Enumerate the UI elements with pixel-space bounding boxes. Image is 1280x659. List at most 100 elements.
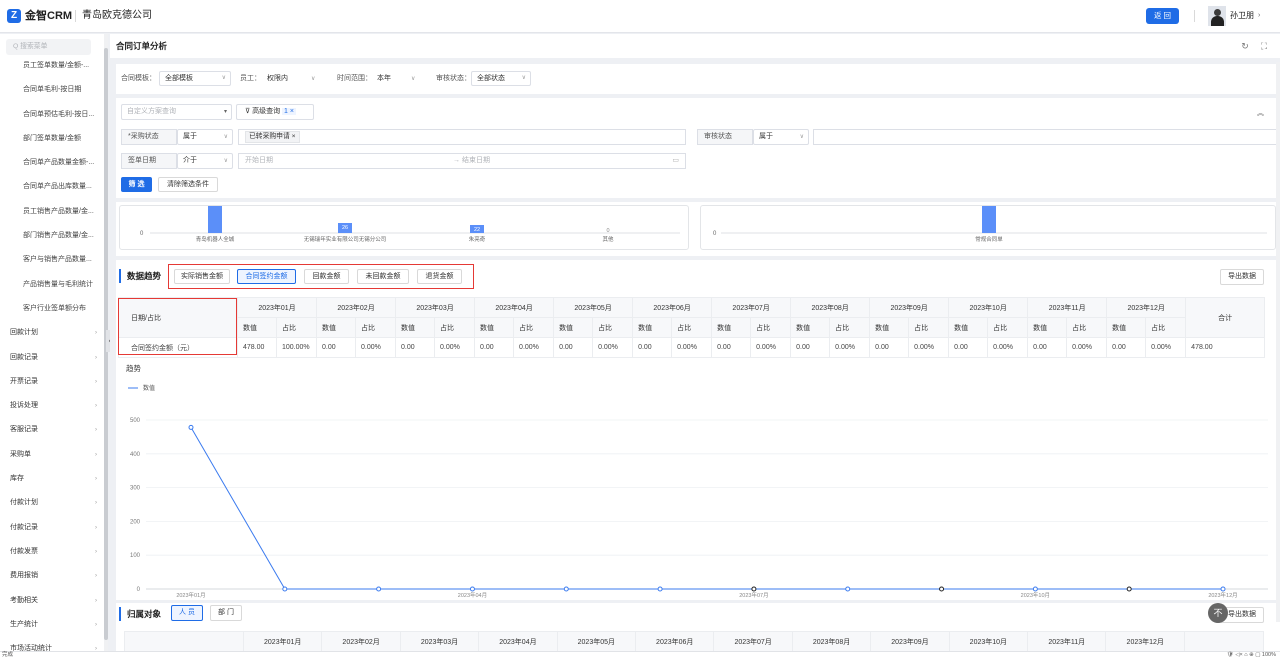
- sidebar-subitem[interactable]: 合同单毛利-按日期: [0, 78, 104, 102]
- sidebar-subitem[interactable]: 员工签单数量/金额-...: [0, 54, 104, 78]
- data-point[interactable]: [845, 586, 851, 592]
- data-point[interactable]: [657, 586, 663, 592]
- total-header: 合计: [1185, 297, 1266, 338]
- data-point[interactable]: [1032, 586, 1038, 592]
- data-point[interactable]: [188, 424, 194, 430]
- audit-status-value[interactable]: [813, 129, 1279, 145]
- chevron-down-icon[interactable]: ∨: [411, 72, 415, 86]
- sidebar-subitem[interactable]: 产品销售量与毛利统计: [0, 273, 104, 297]
- month-header: 2023年06月: [635, 631, 715, 651]
- data-point[interactable]: [282, 586, 288, 592]
- tab-actual-sales[interactable]: 实际销售金额: [174, 269, 230, 284]
- sidebar-subitem[interactable]: 员工销售产品数量/金...: [0, 200, 104, 224]
- value-cell[interactable]: 0.00: [474, 337, 515, 358]
- data-point[interactable]: [376, 586, 382, 592]
- purchase-op-select[interactable]: 属于 ∨: [177, 129, 233, 145]
- filter-button[interactable]: 筛 选: [121, 177, 152, 192]
- sidebar-item[interactable]: 开票记录 ›: [0, 370, 104, 394]
- value-cell[interactable]: 0.00: [632, 337, 673, 358]
- back-button[interactable]: 返 回: [1146, 8, 1179, 24]
- sidebar-item-label: 回款计划: [10, 329, 38, 337]
- data-point[interactable]: [563, 586, 569, 592]
- sidebar-subitem[interactable]: 部门签单数量/金额: [0, 127, 104, 151]
- tab-department[interactable]: 部 门: [210, 605, 242, 621]
- data-point[interactable]: [939, 586, 945, 592]
- ratio-subheader: 占比: [592, 317, 634, 338]
- sidebar-item[interactable]: 付款记录 ›: [0, 516, 104, 540]
- time-value[interactable]: 本年: [377, 72, 391, 86]
- value-cell[interactable]: 0.00: [316, 337, 357, 358]
- value-cell[interactable]: 0.00: [553, 337, 594, 358]
- sidebar-item[interactable]: 付款计划 ›: [0, 491, 104, 515]
- sidebar-item[interactable]: 回款记录 ›: [0, 346, 104, 370]
- avatar-head: [1214, 9, 1221, 16]
- tab-person[interactable]: 人 员: [171, 605, 203, 621]
- value-cell[interactable]: 0.00: [711, 337, 752, 358]
- data-point[interactable]: [751, 586, 757, 592]
- value-cell[interactable]: 0.00: [790, 337, 831, 358]
- audit-select[interactable]: 全部状态 ∨: [471, 71, 531, 86]
- sidebar-item[interactable]: 生产统计 ›: [0, 613, 104, 637]
- advanced-query-button[interactable]: ⊽ 高级查询 1 ×: [236, 104, 314, 120]
- y-tick-label: 300: [130, 486, 141, 492]
- sidebar-item[interactable]: 回款计划 ›: [0, 321, 104, 345]
- sidebar-item[interactable]: 库存 ›: [0, 467, 104, 491]
- tab-return-amount[interactable]: 退货金额: [417, 269, 462, 284]
- month-header: 2023年07月: [713, 631, 793, 651]
- chevron-down-icon[interactable]: ∨: [311, 72, 315, 86]
- sidebar-item[interactable]: 考勤相关 ›: [0, 589, 104, 613]
- tab-payment-amount[interactable]: 回款金额: [304, 269, 349, 284]
- staff-value[interactable]: 权限内: [267, 72, 288, 86]
- fullscreen-icon[interactable]: ⛶: [1258, 40, 1270, 52]
- user-menu-chevron-icon[interactable]: ›: [1258, 10, 1260, 22]
- floating-action-icon[interactable]: 不: [1208, 603, 1228, 623]
- main-content: 合同订单分析 ↻ ⛶ 合同模板： 全部模板 ∨ 员工： 权限内 ∨ 时间范围： 本…: [110, 34, 1280, 651]
- user-name[interactable]: 孙卫朋: [1230, 10, 1254, 22]
- sidebar-item[interactable]: 付款发票 ›: [0, 540, 104, 564]
- advanced-count-badge[interactable]: 1 ×: [282, 108, 296, 115]
- divider: [75, 10, 76, 22]
- purchase-status-tag[interactable]: 已转采购申请 ×: [245, 131, 300, 143]
- sidebar-item[interactable]: 采购单 ›: [0, 443, 104, 467]
- y-tick-label: 500: [130, 418, 141, 424]
- template-bar-chart: 0 常规合同单: [713, 206, 1267, 243]
- tab-unpaid-amount[interactable]: 未回款金额: [357, 269, 409, 284]
- value-cell[interactable]: 0.00: [948, 337, 989, 358]
- clear-filter-button[interactable]: 清除筛选条件: [158, 177, 218, 192]
- value-cell[interactable]: 478.00: [237, 337, 277, 358]
- sidebar-subitem[interactable]: 部门销售产品数量/金...: [0, 224, 104, 248]
- value-cell[interactable]: 0.00: [395, 337, 436, 358]
- data-point[interactable]: [1126, 586, 1132, 592]
- data-point[interactable]: [1220, 586, 1226, 592]
- sidebar-item[interactable]: 市场活动统计 ›: [0, 637, 104, 651]
- menu-search-input[interactable]: Q 搜索菜单: [6, 39, 91, 55]
- collapse-up-icon[interactable]: ︽: [1257, 107, 1264, 121]
- audit-op-select[interactable]: 属于 ∨: [753, 129, 809, 145]
- purchase-status-value[interactable]: 已转采购申请 ×: [238, 129, 686, 145]
- value-cell[interactable]: 0.00: [1106, 337, 1147, 358]
- sidebar-item[interactable]: 投诉处理 ›: [0, 394, 104, 418]
- main-scrollbar[interactable]: [1276, 62, 1280, 622]
- sidebar-item[interactable]: 客服记录 ›: [0, 418, 104, 442]
- refresh-icon[interactable]: ↻: [1239, 40, 1251, 52]
- value-cell[interactable]: 0.00: [1027, 337, 1068, 358]
- sidebar-subitem[interactable]: 合同单产品数量金额-...: [0, 151, 104, 175]
- export-trend-button[interactable]: 导出数据: [1220, 269, 1264, 285]
- ratio-cell: 0.00%: [1145, 337, 1187, 358]
- sidebar-subitem[interactable]: 合同单产品出库数量...: [0, 175, 104, 199]
- date-range-input[interactable]: 开始日期 → 结束日期 ▭: [238, 153, 686, 169]
- sidebar-subitem[interactable]: 客户行业签单额分布: [0, 297, 104, 321]
- sidebar-subitem[interactable]: 客户与销售产品数量...: [0, 248, 104, 272]
- avatar[interactable]: [1208, 6, 1226, 26]
- data-point[interactable]: [469, 586, 475, 592]
- value-cell[interactable]: 0.00: [869, 337, 910, 358]
- tab-contract-amount[interactable]: 合同签约金额: [237, 269, 296, 284]
- scheme-select[interactable]: 自定义方案查询 ▾: [121, 104, 232, 120]
- sign-op-select[interactable]: 介于 ∨: [177, 153, 233, 169]
- x-tick-label: 朱亮奇: [469, 235, 486, 243]
- sidebar-item[interactable]: 费用报销 ›: [0, 564, 104, 588]
- sidebar-subitem[interactable]: 合同单预估毛利-按日...: [0, 103, 104, 127]
- template-select[interactable]: 全部模板 ∨: [159, 71, 231, 86]
- caret-down-icon: ▾: [223, 109, 227, 115]
- status-icons: 🛡 ◁× ⌂ ⊕ ▢ 100%: [1226, 652, 1276, 658]
